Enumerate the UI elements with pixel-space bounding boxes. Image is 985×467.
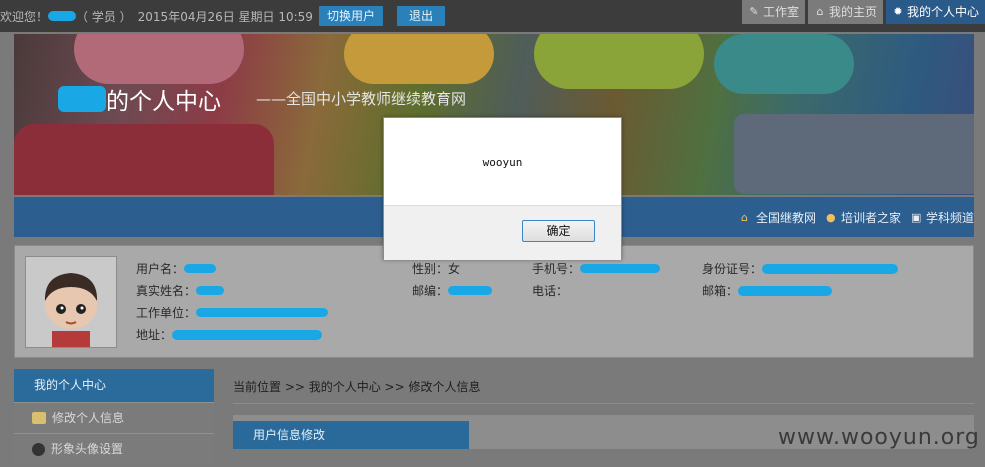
nav-tab-label: 工作室 [762, 5, 799, 19]
tel-label: 电话： [532, 284, 569, 298]
mobile-row: 手机号： [532, 260, 661, 277]
banner-title: 的个人中心 [58, 82, 221, 116]
gear-icon: ✹ [893, 5, 903, 18]
chalk-decoration [734, 114, 974, 194]
redacted-name [58, 86, 106, 112]
ok-button[interactable]: 确定 [522, 220, 595, 242]
avatar-icon [32, 442, 45, 456]
address-row: 地址： [136, 326, 323, 343]
postcode-label: 邮编： [412, 284, 449, 298]
nav-tab-label: 我的主页 [828, 5, 877, 19]
chalk-decoration [14, 124, 274, 195]
redacted-username [48, 11, 77, 21]
redacted-value [172, 329, 323, 340]
left-nav: 我的个人中心 修改个人信息 形象头像设置 [14, 369, 214, 467]
breadcrumb: 当前位置 >> 我的个人中心 >> 修改个人信息 [233, 380, 481, 394]
redacted-value [762, 263, 899, 274]
link-label: 学科频道 [925, 211, 974, 225]
link-bar-links: ⌂ 全国继教网 ● 培训者之家 ▣ 学科频道 [741, 209, 974, 226]
chalk-decoration [714, 34, 854, 94]
gender-label: 性别： [412, 262, 449, 276]
chalk-decoration [74, 34, 244, 84]
welcome-text: 欢迎您！ [0, 9, 49, 24]
realname-label: 真实姓名： [136, 284, 197, 298]
nav-tab-label: 我的个人中心 [906, 5, 979, 19]
redacted-value [738, 285, 833, 296]
edit-icon: ✎ [749, 5, 759, 18]
id-row: 身份证号： [702, 260, 899, 277]
avatar [25, 256, 117, 348]
alert-dialog: wooyun 确定 [383, 117, 622, 260]
redacted-value [580, 264, 661, 273]
chalk-decoration [344, 34, 494, 84]
welcome-area: 欢迎您！ （ 学员 ） 2015年04月26日 星期日 10:59 切换用户 退… [0, 0, 445, 32]
left-nav-head[interactable]: 我的个人中心 [14, 369, 214, 402]
id-label: 身份证号： [702, 262, 763, 276]
alert-message: wooyun [482, 156, 523, 169]
link-label: 全国继教网 [755, 211, 816, 225]
logout-button[interactable]: 退出 [396, 6, 445, 26]
left-nav-item-avatar[interactable]: 形象头像设置 [14, 433, 214, 464]
realname-row: 真实姓名： [136, 282, 225, 299]
org-label: 工作单位： [136, 306, 197, 320]
home-icon: ⌂ [816, 5, 824, 18]
link-trainer-home[interactable]: ● 培训者之家 [826, 209, 901, 226]
tel-row: 电话： [532, 282, 568, 299]
profile-card-icon [32, 412, 46, 424]
top-bar: 欢迎您！ （ 学员 ） 2015年04月26日 星期日 10:59 切换用户 退… [0, 0, 985, 32]
left-nav-label: 修改个人信息 [52, 410, 125, 425]
divider [233, 403, 974, 404]
username-label: 用户名： [136, 262, 185, 276]
email-row: 邮箱： [702, 282, 833, 299]
monitor-icon: ▣ [910, 210, 922, 224]
redacted-value [448, 286, 493, 295]
role-text: （ 学员 ） [76, 9, 132, 24]
postcode-row: 邮编： [412, 282, 493, 299]
avatar-icon [26, 257, 116, 347]
username-row: 用户名： [136, 260, 217, 277]
top-nav: ✎ 工作室 ⌂ 我的主页 ✹ 我的个人中心 [739, 0, 985, 24]
banner-subtitle: ——全国中小学教师继续教育网 [256, 90, 467, 108]
chalk-decoration [534, 34, 704, 89]
nav-tab-personal-center[interactable]: ✹ 我的个人中心 [885, 0, 985, 24]
gender-row: 性别： 女 [412, 260, 460, 277]
left-nav-label: 形象头像设置 [51, 441, 124, 456]
nav-tab-studio[interactable]: ✎ 工作室 [741, 0, 805, 24]
alert-footer: 确定 [384, 205, 621, 260]
redacted-value [196, 286, 225, 295]
link-label: 培训者之家 [840, 211, 901, 225]
profile-panel: 用户名： 真实姓名： 工作单位： 地址： 性别： 女 邮编： 手机号： 电话： … [14, 245, 974, 358]
address-label: 地址： [136, 328, 173, 342]
watermark: www.wooyun.org [778, 425, 980, 450]
switch-user-button[interactable]: 切换用户 [318, 6, 383, 26]
datetime-text: 2015年04月26日 星期日 10:59 [137, 9, 313, 24]
left-nav-item-edit-info[interactable]: 修改个人信息 [14, 402, 214, 433]
email-label: 邮箱： [702, 284, 739, 298]
users-icon: ● [825, 210, 836, 224]
link-national-edu[interactable]: ⌂ 全国继教网 [741, 209, 816, 226]
nav-tab-homepage[interactable]: ⌂ 我的主页 [807, 0, 883, 24]
redacted-value [196, 308, 329, 317]
gender-value: 女 [448, 262, 461, 276]
tab-user-info-edit[interactable]: 用户信息修改 [233, 421, 469, 449]
redacted-value [184, 264, 217, 273]
mobile-label: 手机号： [532, 262, 581, 276]
banner-title-text: 的个人中心 [106, 89, 221, 115]
link-subject-channel[interactable]: ▣ 学科频道 [911, 209, 974, 226]
home-icon: ⌂ [740, 210, 748, 224]
org-row: 工作单位： [136, 304, 329, 321]
